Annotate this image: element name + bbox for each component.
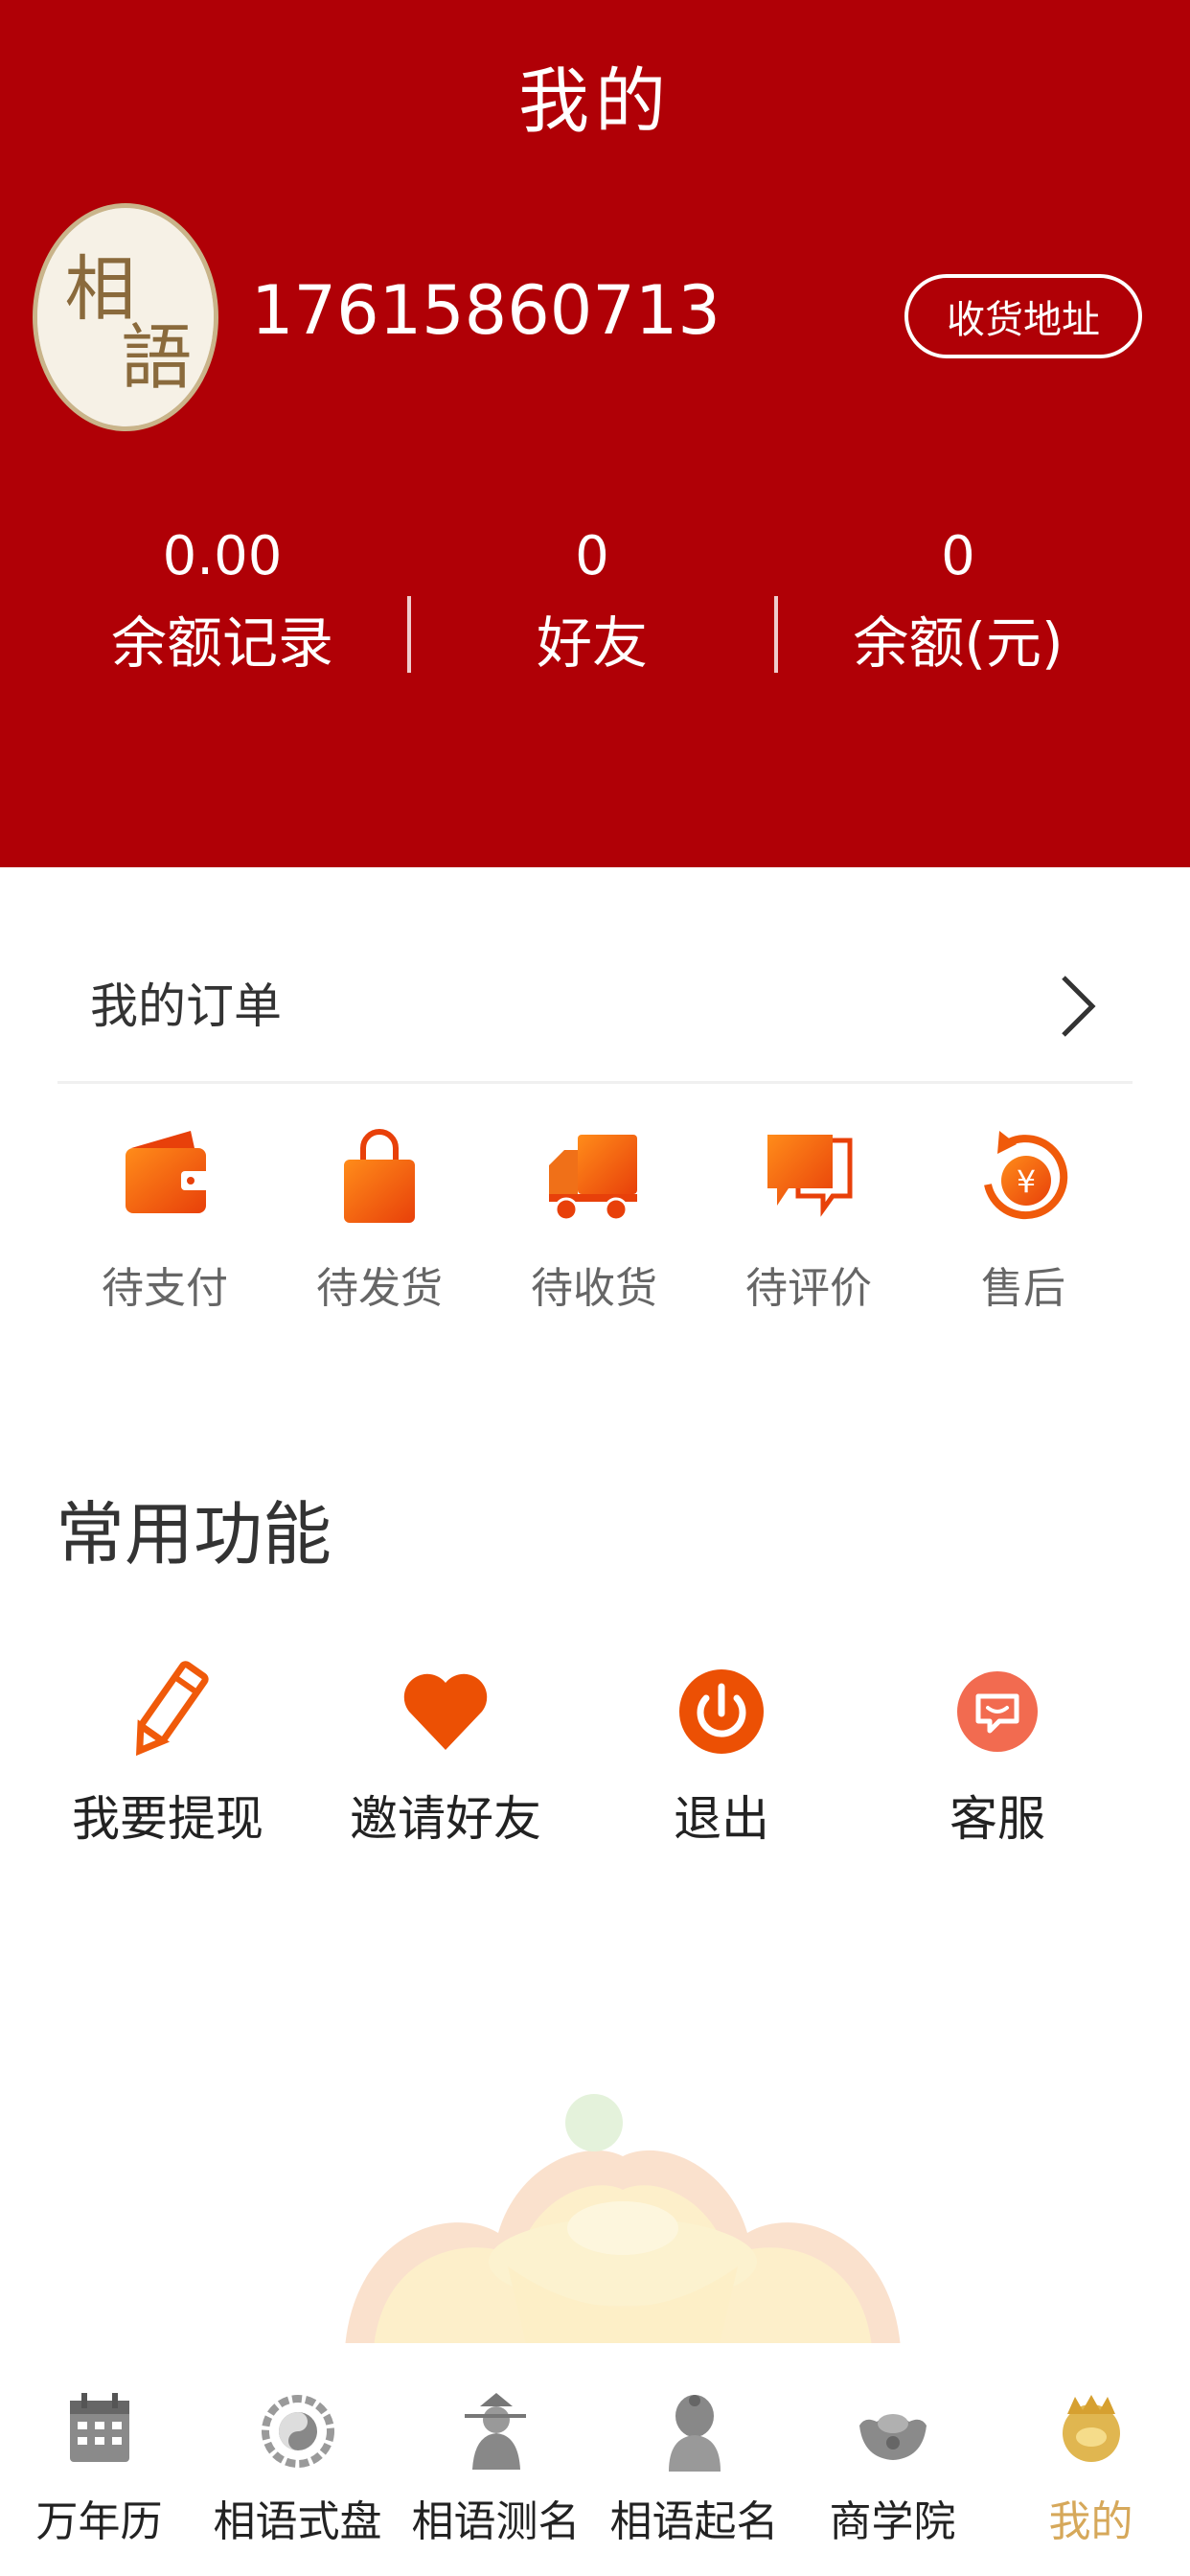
order-item-pending-review[interactable]: 待评价	[701, 1121, 916, 1315]
tab-label: 相语测名	[411, 2497, 581, 2546]
function-withdraw[interactable]: 我要提现	[29, 1658, 307, 1850]
function-label: 客服	[950, 1791, 1045, 1847]
tab-mine[interactable]: 我的	[992, 2387, 1190, 2548]
order-status-list: 待支付 待发货 待收货 待评价 ¥ 售后	[57, 1121, 1133, 1342]
pencil-icon	[136, 1661, 209, 1757]
chat-icon	[957, 1671, 1038, 1752]
mascot-icon	[1062, 2395, 1120, 2462]
tab-label: 相语起名	[609, 2497, 779, 2546]
stat-balance-record[interactable]: 0.00 余额记录	[31, 525, 414, 678]
function-list: 我要提现 邀请好友 退出 客服	[0, 1658, 1190, 1869]
function-label: 我要提现	[72, 1791, 263, 1847]
chevron-right-icon	[1062, 976, 1096, 1037]
order-item-label: 待评价	[745, 1264, 872, 1313]
mascot-illustration	[335, 2060, 910, 2343]
avatar[interactable]: 相 語	[33, 203, 218, 431]
my-orders-row[interactable]: 我的订单	[57, 968, 1133, 1045]
figure-icon	[464, 2393, 526, 2470]
power-icon	[679, 1669, 764, 1754]
tab-naming[interactable]: 相语起名	[595, 2387, 793, 2548]
function-logout[interactable]: 退出	[583, 1658, 860, 1850]
order-item-label: 待收货	[531, 1264, 657, 1313]
user-phone: 17615860713	[251, 271, 721, 350]
order-item-label: 售后	[981, 1264, 1065, 1313]
tab-business-school[interactable]: 商学院	[793, 2387, 992, 2548]
bottom-tab-bar: 万年历 相语式盘 相语测名 相语起名 商学院 我的	[0, 2343, 1190, 2576]
truck-icon	[549, 1135, 637, 1222]
tab-chart[interactable]: 相语式盘	[198, 2387, 397, 2548]
page-title: 我的	[518, 60, 672, 143]
order-item-pending-shipment[interactable]: 待发货	[272, 1121, 487, 1315]
heart-icon	[403, 1673, 488, 1750]
stats-row: 0.00 余额记录 0 好友 0 余额(元)	[0, 525, 1190, 678]
calendar-icon	[69, 2393, 129, 2462]
stat-value: 0	[575, 525, 609, 587]
tab-label: 相语式盘	[213, 2497, 382, 2546]
buddha-icon	[668, 2395, 721, 2472]
order-item-label: 待发货	[316, 1264, 443, 1313]
order-item-label: 待支付	[102, 1264, 228, 1313]
svg-text:語: 語	[121, 316, 192, 399]
function-label: 邀请好友	[350, 1791, 541, 1847]
tab-label: 商学院	[829, 2497, 956, 2546]
profile-header: 我的 相 語 17615860713 收货地址 0.00 余额记录 0 好友 0…	[0, 0, 1190, 867]
yen-refund-icon: ¥	[984, 1131, 1068, 1220]
stat-balance[interactable]: 0 余额(元)	[767, 525, 1150, 678]
address-button[interactable]: 收货地址	[904, 274, 1142, 358]
common-functions-title: 常用功能	[56, 1494, 332, 1575]
order-item-pending-receipt[interactable]: 待收货	[487, 1121, 701, 1315]
stat-label: 好友	[536, 610, 648, 676]
tab-calendar[interactable]: 万年历	[0, 2387, 198, 2548]
svg-text:¥: ¥	[1017, 1163, 1036, 1200]
tab-label: 我的	[1048, 2497, 1133, 2546]
stat-value: 0.00	[162, 525, 283, 587]
stat-friends[interactable]: 0 好友	[400, 525, 784, 678]
function-invite-friends[interactable]: 邀请好友	[307, 1658, 584, 1850]
tab-label: 万年历	[35, 2497, 163, 2546]
stat-value: 0	[941, 525, 975, 587]
divider	[57, 1081, 1133, 1084]
stat-label: 余额记录	[110, 610, 333, 676]
function-label: 退出	[674, 1791, 769, 1847]
stat-label: 余额(元)	[853, 610, 1064, 676]
order-item-after-sales[interactable]: ¥ 售后	[916, 1121, 1131, 1315]
comment-icon	[767, 1135, 853, 1217]
wallet-icon	[126, 1131, 210, 1213]
ingot-icon	[858, 2414, 927, 2460]
order-item-pending-payment[interactable]: 待支付	[57, 1121, 272, 1315]
function-customer-service[interactable]: 客服	[858, 1658, 1136, 1850]
shopping-bag-icon	[344, 1129, 415, 1223]
orders-title: 我的订单	[90, 978, 282, 1034]
bagua-icon	[261, 2395, 334, 2468]
tab-name-test[interactable]: 相语测名	[397, 2387, 595, 2548]
